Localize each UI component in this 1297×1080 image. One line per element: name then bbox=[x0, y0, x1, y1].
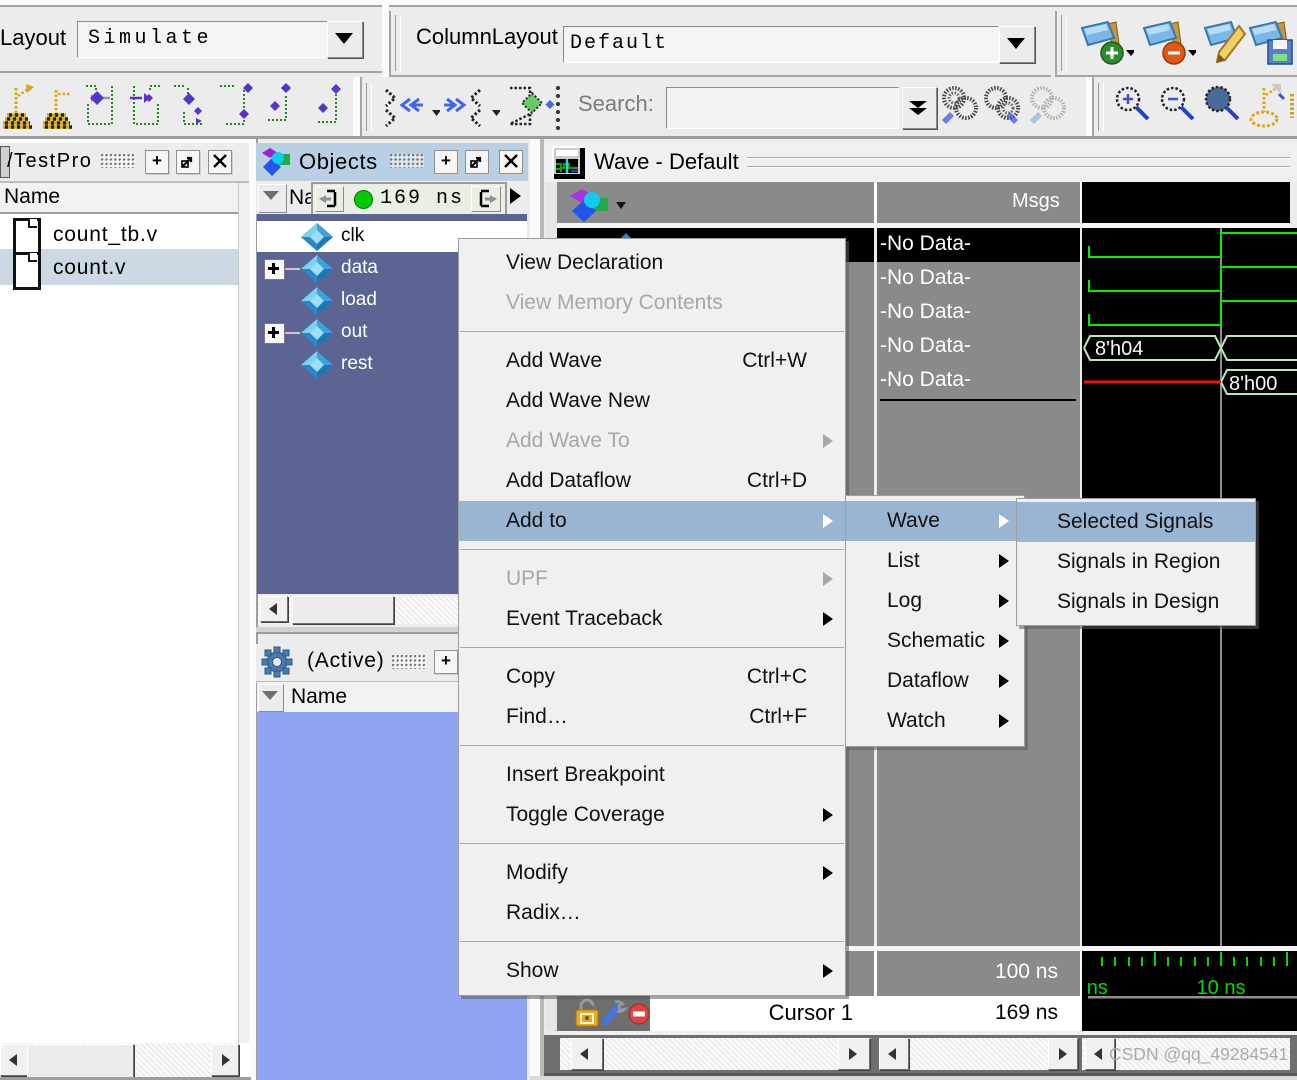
svg-text:8'h04: 8'h04 bbox=[1095, 338, 1143, 360]
svg-text:8'h00: 8'h00 bbox=[1229, 373, 1277, 395]
svg-text:10 ns: 10 ns bbox=[1197, 977, 1246, 999]
svg-text:0 ns: 0 ns bbox=[1082, 977, 1108, 999]
